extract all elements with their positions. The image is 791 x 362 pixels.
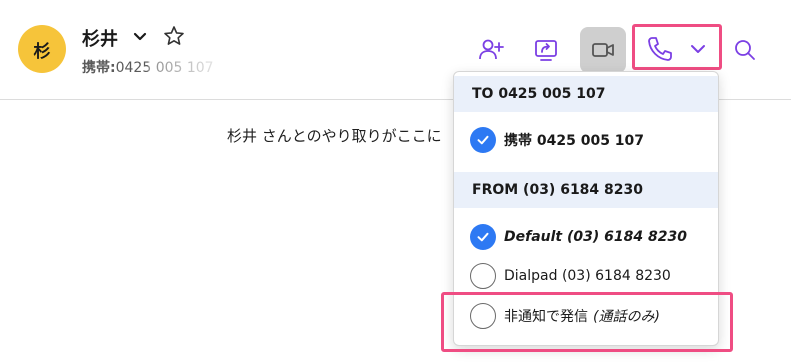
avatar-initial: 杉 [33, 41, 51, 62]
video-icon [592, 43, 614, 57]
star-icon[interactable] [162, 24, 186, 48]
from-option-default[interactable]: Default (03) 6184 8230 [470, 221, 687, 253]
checkmark-icon [470, 224, 496, 250]
video-call-button[interactable] [580, 27, 626, 73]
phone-icon[interactable] [645, 34, 675, 64]
radio-empty-icon [470, 303, 496, 329]
to-number-option[interactable]: 携帯 0425 005 107 [470, 124, 644, 156]
add-participant-button[interactable] [469, 28, 513, 72]
from-option-dialpad[interactable]: Dialpad (03) 6184 8230 [470, 260, 671, 292]
avatar[interactable]: 杉 [18, 25, 66, 73]
phone-type-label: 携帯: [82, 60, 116, 76]
search-icon [735, 40, 755, 60]
option-label: 携帯 0425 005 107 [504, 133, 645, 149]
add-person-icon [479, 39, 504, 60]
call-button-group [632, 24, 722, 70]
search-button[interactable] [723, 28, 767, 72]
checkmark-icon [470, 127, 496, 153]
from-section-header: FROM (03) 6184 8230 [454, 172, 718, 208]
option-note: (通話のみ) [593, 309, 660, 325]
redaction-blur [148, 57, 228, 73]
chevron-down-icon[interactable] [131, 28, 149, 46]
radio-empty-icon [470, 263, 496, 289]
chevron-down-icon[interactable] [685, 36, 711, 62]
call-options-dropdown: TO 0425 005 107 携帯 0425 005 107 FROM (03… [453, 71, 719, 346]
from-option-hide-caller-id[interactable]: 非通知で発信 (通話のみ) [470, 300, 660, 332]
contact-name[interactable]: 杉井 [82, 25, 118, 51]
option-label: Dialpad (03) 6184 8230 [504, 268, 671, 284]
empty-conversation-message: 杉井 さんとのやり取りがここに [227, 127, 442, 145]
share-screen-button[interactable] [524, 28, 568, 72]
to-section-header: TO 0425 005 107 [454, 76, 718, 112]
option-label: 非通知で発信 [504, 309, 588, 325]
share-screen-icon [535, 40, 557, 61]
option-label: Default (03) 6184 8230 [504, 229, 687, 245]
